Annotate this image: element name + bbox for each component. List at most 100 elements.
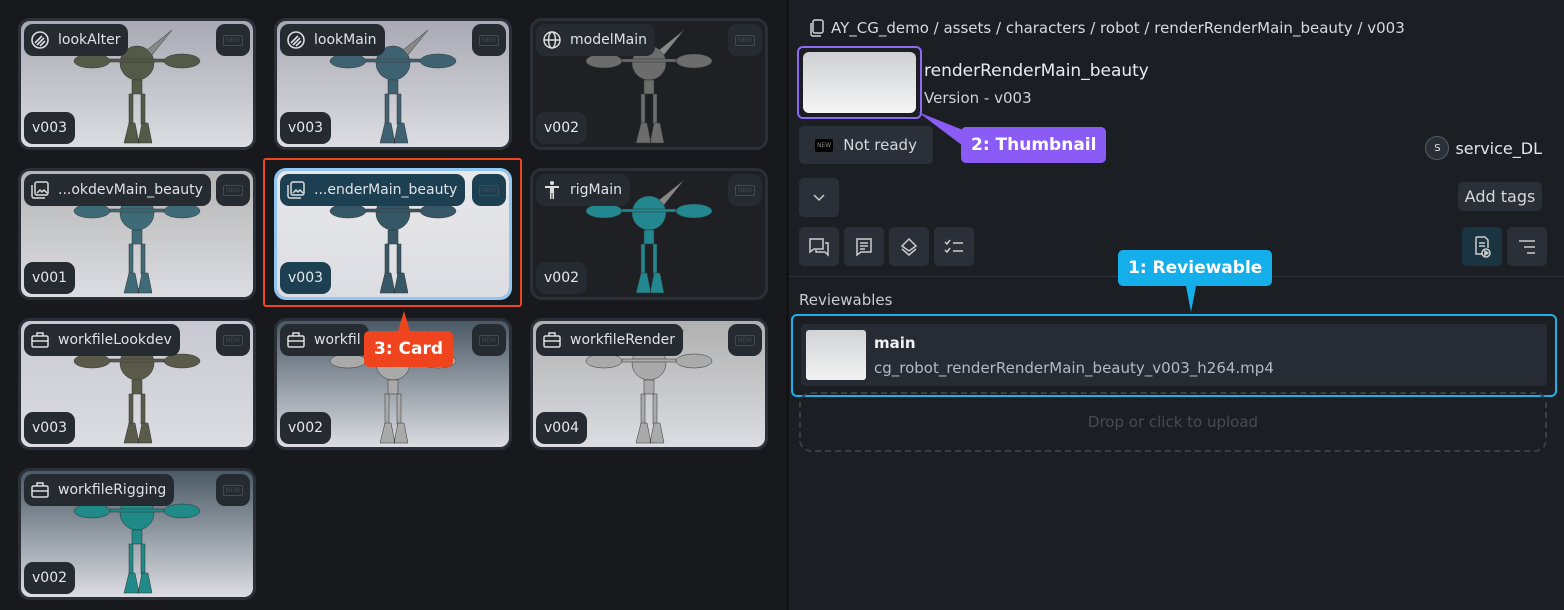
reviewable-thumbnail [806,330,866,380]
card-title: lookMain [314,32,377,48]
status-badge: NEW [815,138,834,152]
thumbnail-callout-pointer [918,112,963,146]
note-icon [856,237,872,256]
version-detail-panel: AY_CG_demo / assets / characters / robot… [789,0,1564,610]
card-title: lookAlter [58,32,121,48]
avatar: S [1425,136,1450,160]
upload-dropzone[interactable]: Drop or click to upload [799,392,1547,452]
card-callout: 3: Card [364,331,454,367]
status-badge[interactable]: NEW [728,174,762,206]
status-badge-label: NEW [734,184,756,196]
status-badge-label: NEW [222,34,244,46]
look-icon [286,30,306,50]
status-badge[interactable]: NEW [472,24,506,56]
file-play-icon [1475,235,1491,258]
card-title: workfil [314,332,361,348]
notes-tab[interactable] [844,227,884,266]
version-title: renderRenderMain_beauty [924,61,1149,81]
add-tags-button[interactable]: Add tags [1458,182,1542,211]
reviewable-callout: 1: Reviewable [1118,250,1273,286]
version-label: Version - v003 [924,89,1032,107]
card-version: v004 [536,412,588,444]
reviewable-highlight: main cg_robot_renderRenderMain_beauty_v00… [791,314,1557,397]
card-version: v003 [24,412,76,444]
card-version: v001 [24,262,76,294]
status-badge-label: NEW [222,484,244,496]
breadcrumb-path: AY_CG_demo / assets / characters / robot… [831,19,1405,37]
card-version: v002 [536,262,588,294]
details-tab[interactable] [1507,227,1547,266]
card-title: rigMain [570,182,622,198]
image-stack-icon [30,180,50,200]
copy-icon [810,19,824,37]
status-badge-label: NEW [734,334,756,346]
status-badge[interactable]: NEW [728,324,762,356]
briefcase-icon [30,480,50,500]
version-card[interactable]: workfileLookdev NEW v003 [18,318,256,450]
expand-button[interactable] [799,178,839,217]
comments-tab[interactable] [799,227,839,266]
card-title-chip: workfil [280,324,369,356]
globe-icon [542,30,562,50]
status-badge[interactable]: NEW [216,174,250,206]
card-title-chip: modelMain [536,24,656,56]
chevron-down-icon [813,193,825,201]
card-version: v002 [280,412,332,444]
assignee[interactable]: S service_DL [1425,136,1542,160]
look-icon [30,30,50,50]
layers-icon [900,237,918,256]
status-badge[interactable]: NEW [216,24,250,56]
thumbnail-callout: 2: Thumbnail [961,127,1107,163]
status-badge-label: NEW [478,34,500,46]
version-grid: lookAlter NEW v003 lookMain NEW v003 mod… [18,18,768,600]
version-card[interactable]: ...okdevMain_beauty NEW v001 [18,168,256,300]
reviewable-name: main [874,333,916,352]
version-thumbnail[interactable] [797,46,922,119]
version-card[interactable]: workfileRigging NEW v002 [18,468,256,600]
layers-tab[interactable] [889,227,929,266]
reviewable-item[interactable]: main cg_robot_renderRenderMain_beauty_v00… [801,324,1547,386]
status-badge-label: NEW [222,184,244,196]
card-title: workfileRender [570,332,676,348]
status-badge[interactable]: NEW [472,324,506,356]
status-badge[interactable]: NEW [728,24,762,56]
comments-icon [809,237,829,257]
version-card[interactable]: rigMain NEW v002 [530,168,768,300]
card-title-chip: lookAlter [24,24,129,56]
card-title: modelMain [570,32,648,48]
card-title-chip: workfileLookdev [24,324,180,356]
briefcase-icon [542,330,562,350]
status-badge-label: NEW [478,334,500,346]
breadcrumb[interactable]: AY_CG_demo / assets / characters / robot… [809,19,1405,37]
status-dropdown[interactable]: NEW Not ready [799,126,933,164]
status-label: Not ready [843,136,917,154]
card-version: v002 [536,112,588,144]
version-card[interactable]: modelMain NEW v002 [530,18,768,150]
card-callout-pointer [398,311,410,331]
version-card[interactable]: workfileRender NEW v004 [530,318,768,450]
card-title-chip: workfileRender [536,324,684,356]
status-badge-label: NEW [734,34,756,46]
status-badge-label: NEW [222,334,244,346]
checklist-icon [944,239,963,253]
list-indent-icon [1519,239,1535,254]
reviewable-callout-pointer [1186,286,1196,312]
card-version: v003 [280,112,332,144]
status-badge[interactable]: NEW [216,324,250,356]
card-title-chip: rigMain [536,174,630,206]
card-title-chip: workfileRigging [24,474,175,506]
card-version: v002 [24,562,76,594]
assignee-name: service_DL [1455,138,1542,158]
status-badge[interactable]: NEW [216,474,250,506]
person-icon [542,180,562,200]
briefcase-icon [30,330,50,350]
version-card[interactable]: lookAlter NEW v003 [18,18,256,150]
reviewable-filename: cg_robot_renderRenderMain_beauty_v003_h2… [874,358,1274,377]
card-title: workfileRigging [58,482,167,498]
briefcase-icon [286,330,306,350]
reviewables-tab[interactable] [1462,227,1502,266]
version-card[interactable]: lookMain NEW v003 [274,18,512,150]
card-title: ...okdevMain_beauty [58,182,203,198]
card-title: workfileLookdev [58,332,172,348]
checklist-tab[interactable] [934,227,974,266]
